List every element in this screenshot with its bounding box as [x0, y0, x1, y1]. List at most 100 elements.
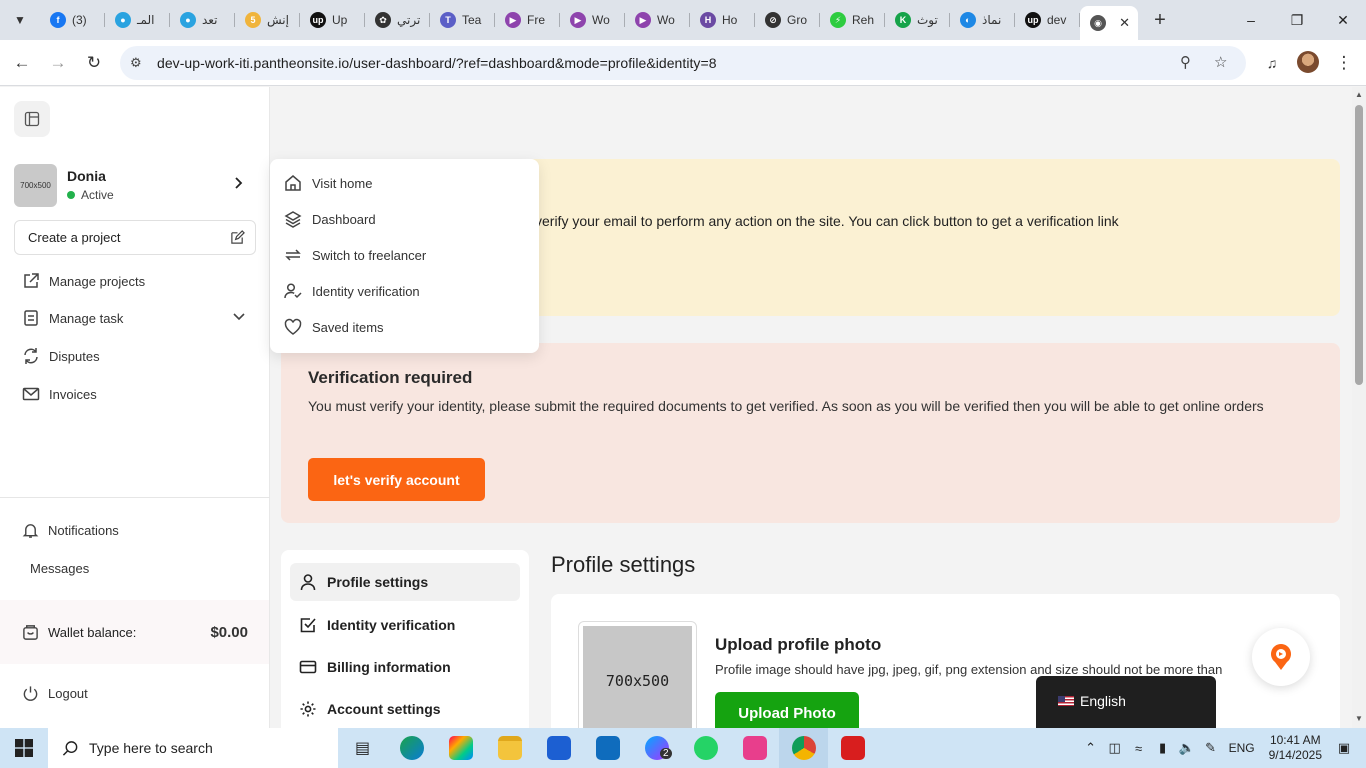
settings-nav-billing[interactable]: Billing information	[290, 648, 520, 686]
browser-tab[interactable]: ▶ Wo	[625, 5, 690, 35]
sidebar-item-manage-task[interactable]: Manage task	[22, 306, 123, 330]
user-profile-row[interactable]: 700x500 Donia Active	[14, 164, 254, 208]
settings-nav-profile[interactable]: Profile settings	[290, 563, 520, 601]
browser-tab[interactable]: up Up	[300, 5, 365, 35]
active-browser-tab[interactable]: ◉ ✕	[1080, 6, 1138, 40]
notifications-label: Notifications	[48, 522, 119, 538]
tab-favicon-icon: ●	[180, 12, 196, 28]
verify-account-button[interactable]: let's verify account	[308, 458, 485, 501]
dropdown-item-saved-items[interactable]: Saved items	[284, 315, 384, 339]
browser-tab[interactable]: up dev	[1015, 5, 1080, 35]
dropdown-item-dashboard[interactable]: Dashboard	[284, 207, 376, 231]
sidebar-toggle-icon[interactable]	[14, 101, 50, 137]
avatar: 700x500	[14, 164, 57, 207]
outlook-icon[interactable]	[583, 728, 632, 768]
whatsapp-icon[interactable]	[681, 728, 730, 768]
store-icon[interactable]	[534, 728, 583, 768]
taskbar-search-input[interactable]: Type here to search	[48, 728, 338, 768]
battery-icon[interactable]: ▮	[1151, 740, 1175, 756]
browser-tab[interactable]: T Tea	[430, 5, 495, 35]
dropdown-item-label: Saved items	[312, 319, 384, 335]
sidebar-item-manage-projects[interactable]: Manage projects	[22, 269, 145, 293]
sidebar-divider	[0, 497, 270, 498]
browser-tab[interactable]: ✿ ترتي	[365, 5, 430, 35]
zoom-icon[interactable]: ⚲	[1180, 53, 1191, 71]
dropdown-item-switch-freelancer[interactable]: Switch to freelancer	[284, 243, 426, 267]
notification-center-icon[interactable]: ▣	[1332, 740, 1356, 756]
chevron-right-icon[interactable]	[234, 176, 244, 192]
tab-title: ترتي	[397, 13, 421, 27]
new-tab-button[interactable]: +	[1146, 6, 1174, 34]
tray-chevron-up-icon[interactable]: ⌃	[1079, 740, 1103, 756]
volume-icon[interactable]: 🔈	[1175, 740, 1199, 756]
messenger-icon[interactable]: 2	[632, 728, 681, 768]
vc-app-icon[interactable]	[828, 728, 877, 768]
settings-nav-label: Account settings	[327, 701, 441, 717]
photo-placeholder-text: 700x500	[583, 626, 692, 728]
dropdown-item-visit-home[interactable]: Visit home	[284, 171, 372, 195]
browser-tab[interactable]: ⊘ Gro	[755, 5, 820, 35]
restore-icon[interactable]: ❐	[1274, 0, 1320, 40]
upload-photo-description: Profile image should have jpg, jpeg, gif…	[715, 662, 1223, 677]
settings-nav-identity[interactable]: Identity verification	[290, 606, 520, 644]
wamp-icon[interactable]	[730, 728, 779, 768]
reload-icon[interactable]: ↻	[80, 49, 108, 77]
language-indicator[interactable]: ENG	[1229, 741, 1255, 755]
settings-nav-account[interactable]: Account settings	[290, 690, 520, 728]
dropdown-item-identity-verification[interactable]: Identity verification	[284, 279, 420, 303]
pen-icon[interactable]: ✎	[1199, 740, 1223, 756]
browser-tab[interactable]: ● المـ	[105, 5, 170, 35]
browser-tab[interactable]: f (3)	[40, 5, 105, 35]
windows-start-icon[interactable]	[0, 728, 48, 768]
close-window-icon[interactable]: ✕	[1320, 0, 1366, 40]
sidebar-item-disputes[interactable]: Disputes	[22, 344, 100, 368]
page-scrollbar[interactable]: ▲ ▼	[1352, 87, 1366, 728]
edge-icon[interactable]	[387, 728, 436, 768]
browser-tab[interactable]: H Ho	[690, 5, 755, 35]
site-info-icon[interactable]: ⚙	[130, 55, 150, 71]
tray-app-icon[interactable]: ◫	[1103, 740, 1127, 756]
browser-tab[interactable]: ◐ نماذ	[950, 5, 1015, 35]
wifi-icon[interactable]: ≈	[1127, 741, 1151, 756]
create-project-button[interactable]: Create a project	[14, 220, 256, 255]
sidebar-item-label: Disputes	[49, 348, 100, 364]
sidebar-item-invoices[interactable]: Invoices	[22, 382, 97, 406]
sidebar-item-notifications[interactable]: Notifications	[22, 518, 119, 542]
address-bar[interactable]: ⚙ dev-up-work-iti.pantheonsite.io/user-d…	[120, 46, 1246, 80]
upload-photo-button[interactable]: Upload Photo	[715, 692, 859, 728]
back-icon[interactable]: ←	[8, 49, 36, 77]
file-explorer-icon[interactable]	[485, 728, 534, 768]
browser-tab[interactable]: ▶ Wo	[560, 5, 625, 35]
chevron-down-icon[interactable]	[233, 313, 245, 321]
profile-avatar[interactable]	[1297, 51, 1319, 73]
copilot-icon[interactable]	[436, 728, 485, 768]
scroll-down-icon[interactable]: ▼	[1355, 714, 1363, 723]
browser-tab-strip: ▼ f (3) ● المـ ● تعد 5 إنش up Up ✿ ترتي T Tea ▶ Fre ▶ Wo ▶…	[0, 0, 1366, 40]
task-view-icon[interactable]: ▤	[338, 728, 387, 768]
browser-tab[interactable]: 5 إنش	[235, 5, 300, 35]
clock[interactable]: 10:41 AM 9/14/2025	[1269, 733, 1322, 763]
scroll-up-icon[interactable]: ▲	[1355, 90, 1363, 99]
tab-title: (3)	[72, 13, 87, 27]
url-text[interactable]: dev-up-work-iti.pantheonsite.io/user-das…	[157, 55, 717, 71]
browser-tab[interactable]: ● تعد	[170, 5, 235, 35]
sidebar-item-messages[interactable]: Messages	[30, 556, 89, 580]
logout-button[interactable]: Logout	[22, 685, 88, 702]
media-control-icon[interactable]: ♫	[1258, 49, 1286, 77]
forward-icon[interactable]: →	[44, 49, 72, 77]
tab-search-chevron-icon[interactable]: ▼	[6, 6, 34, 34]
bookmark-star-icon[interactable]: ☆	[1214, 53, 1227, 71]
browser-tab[interactable]: ⚡ Reh	[820, 5, 885, 35]
windows-taskbar: Type here to search ▤ 2 ⌃ ◫ ≈ ▮ 🔈 ✎ ENG …	[0, 728, 1366, 768]
scroll-thumb[interactable]	[1355, 105, 1363, 385]
chrome-icon[interactable]	[779, 728, 828, 768]
language-switcher[interactable]: English	[1036, 676, 1216, 728]
browser-tab[interactable]: ▶ Fre	[495, 5, 560, 35]
minimize-icon[interactable]: –	[1228, 0, 1274, 40]
dropdown-item-label: Switch to freelancer	[312, 247, 427, 263]
sidebar-item-label: Manage projects	[49, 273, 146, 289]
browser-tab[interactable]: K توث	[885, 5, 950, 35]
menu-kebab-icon[interactable]: ⋮	[1330, 49, 1358, 77]
close-tab-icon[interactable]: ✕	[1119, 15, 1130, 31]
chat-widget-button[interactable]	[1252, 628, 1310, 686]
